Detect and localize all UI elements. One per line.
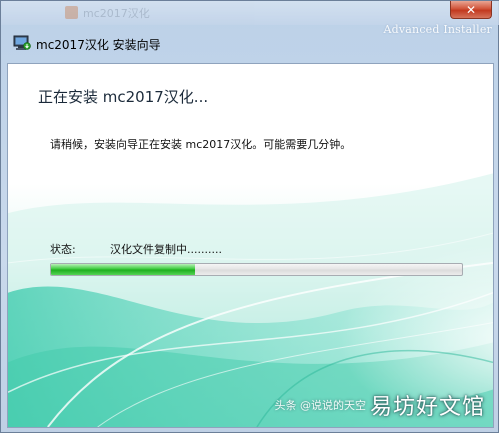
aurora-background-art xyxy=(8,64,493,427)
status-label: 状态: xyxy=(50,243,76,256)
installer-monitor-icon xyxy=(13,35,31,50)
background-window-titlebar: mc2017汉化 xyxy=(1,1,499,25)
window-titlebar: mc2017汉化 安装向导 xyxy=(1,27,499,61)
watermark-brand: 易坊好文馆 xyxy=(369,395,485,420)
installer-content-panel: 正在安装 mc2017汉化... 请稍候，安装向导正在安装 mc2017汉化。可… xyxy=(7,63,494,428)
watermark-source: 头条 @说说的天空 xyxy=(274,399,366,412)
close-button[interactable]: ✕ xyxy=(450,1,492,19)
progress-fill xyxy=(51,264,195,275)
background-app-icon xyxy=(65,6,78,19)
background-window-title: mc2017汉化 xyxy=(83,7,150,20)
page-title: 正在安装 mc2017汉化... xyxy=(38,88,209,106)
watermark: 头条 @说说的天空 易坊好文馆 xyxy=(274,389,485,421)
status-value: 汉化文件复制中.......... xyxy=(110,243,222,256)
install-description: 请稍候，安装向导正在安装 mc2017汉化。可能需要几分钟。 xyxy=(50,138,352,151)
install-progress-bar xyxy=(50,263,463,276)
installer-window: mc2017汉化 ✕ Advanced Installer mc2017汉化 安… xyxy=(0,0,499,433)
close-icon: ✕ xyxy=(465,2,477,17)
window-title: mc2017汉化 安装向导 xyxy=(36,38,161,52)
